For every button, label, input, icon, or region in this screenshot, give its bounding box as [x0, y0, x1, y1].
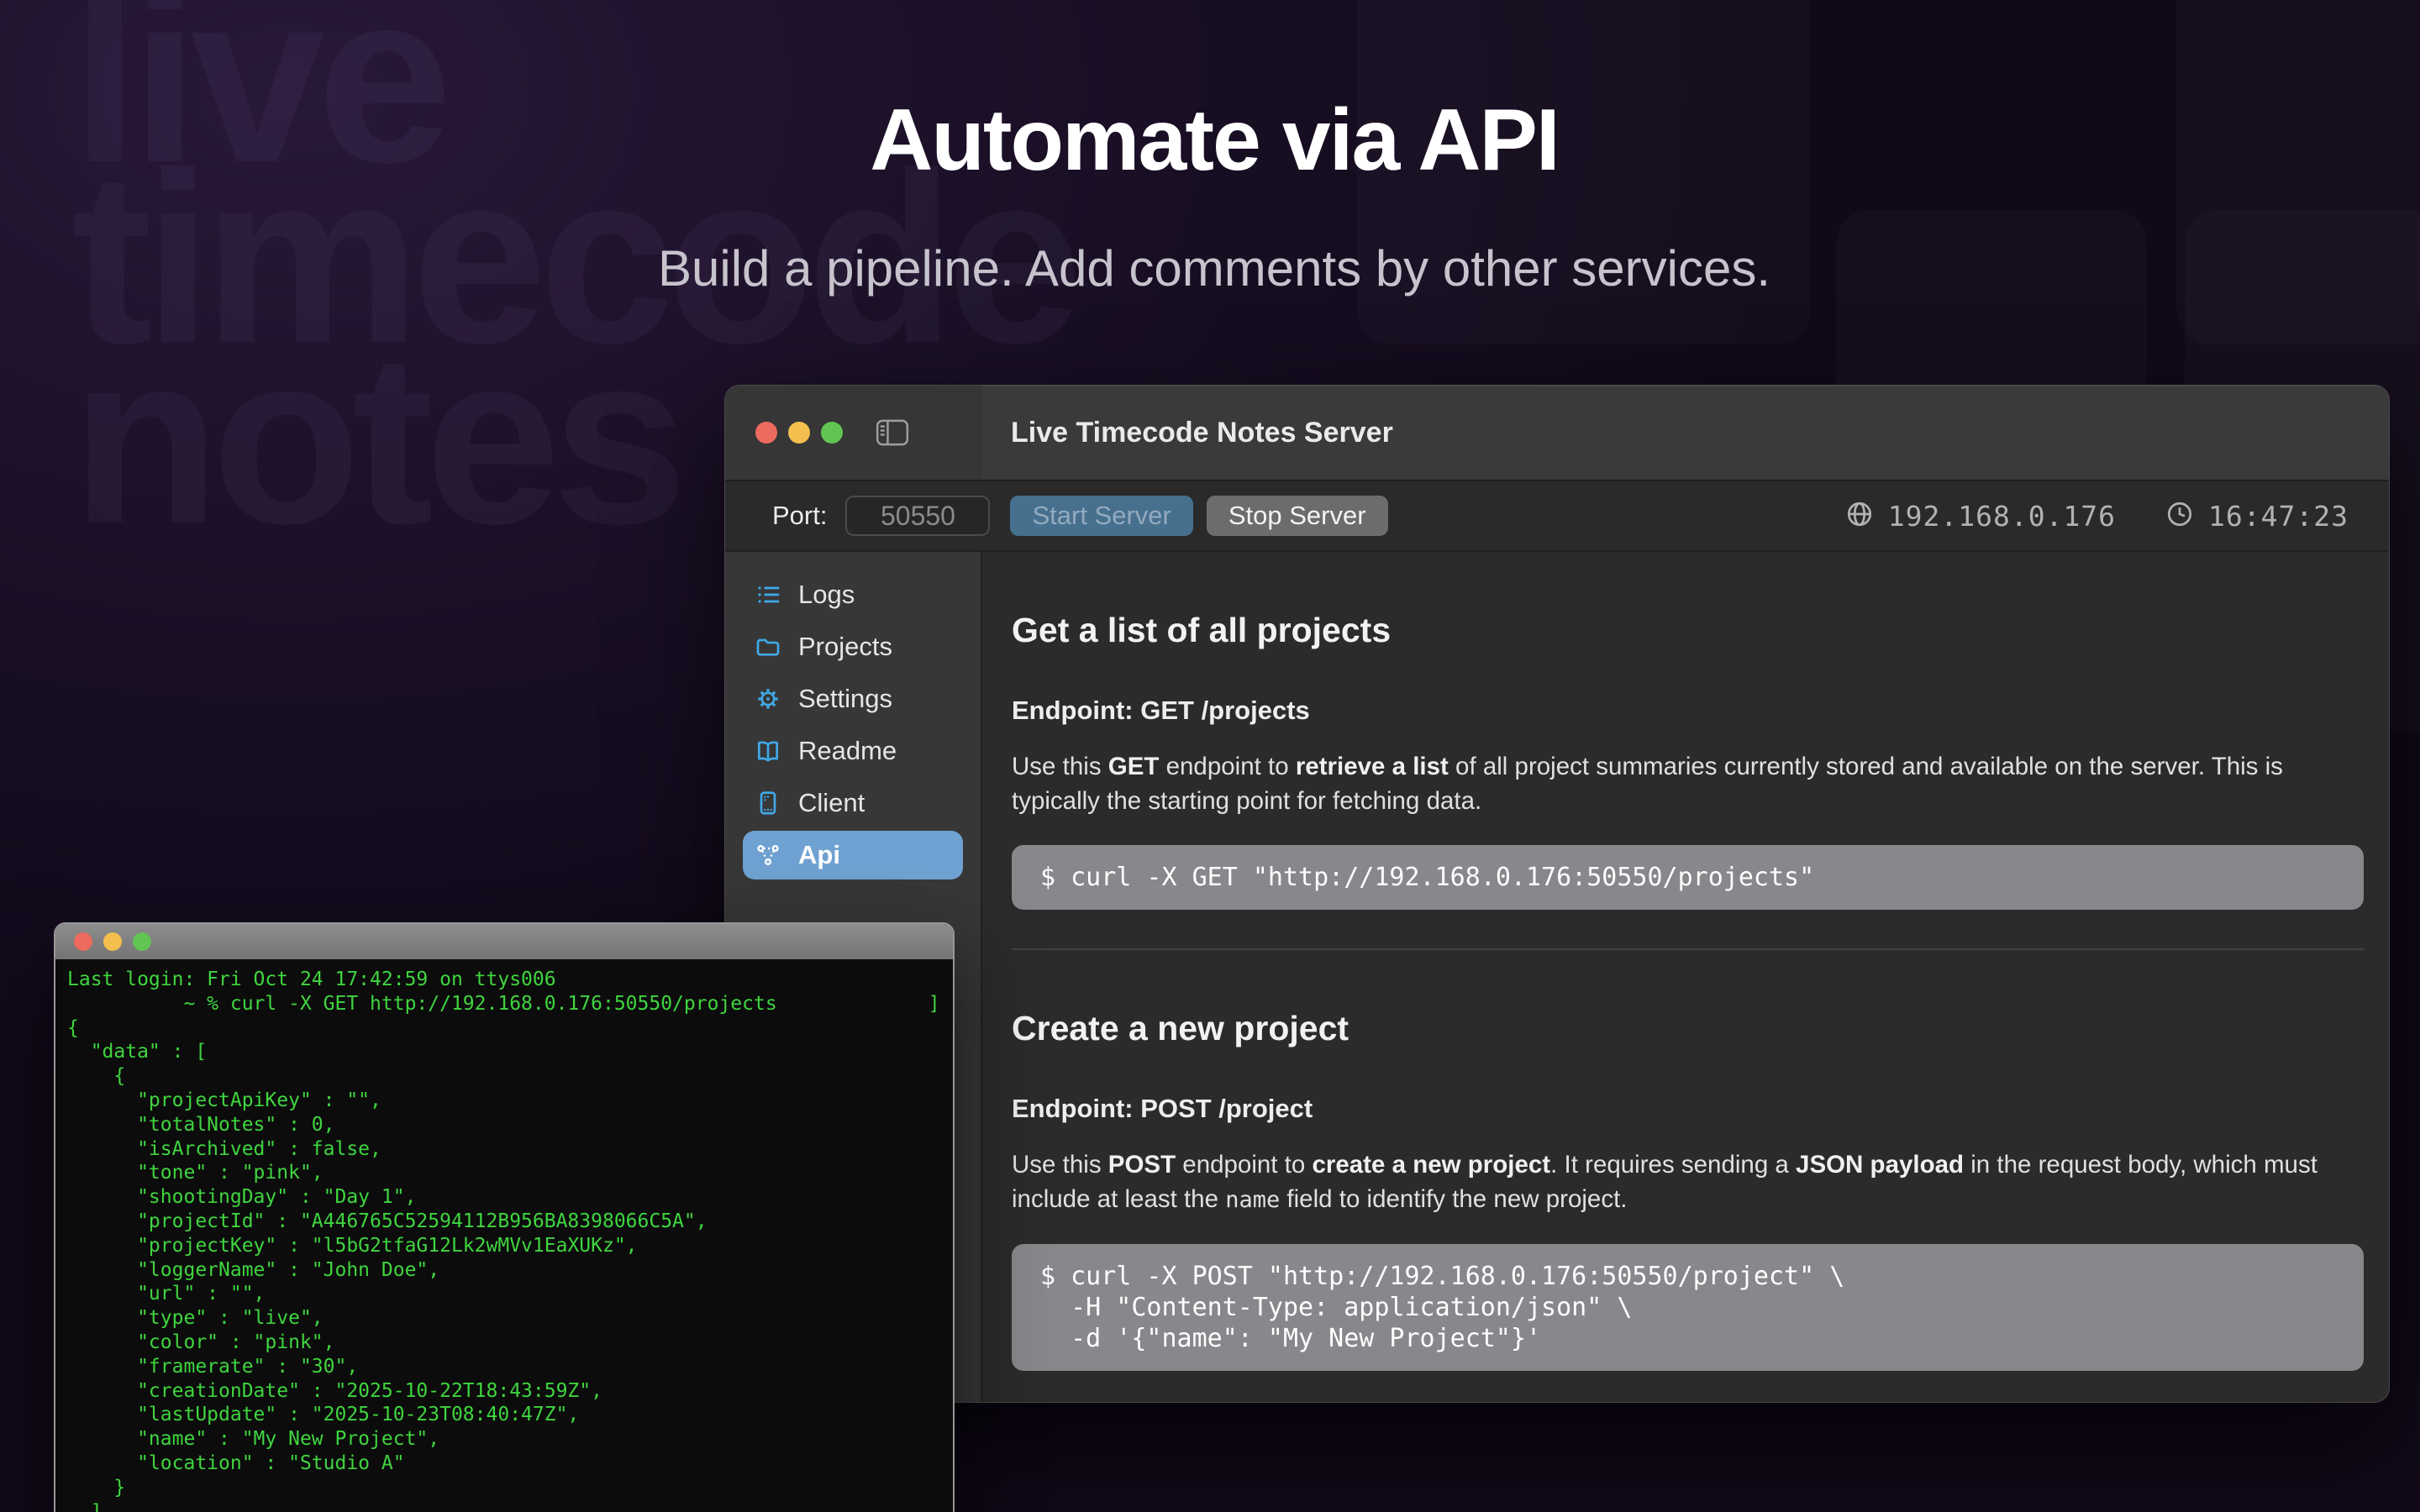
- titlebar: Live Timecode Notes Server: [725, 386, 2389, 480]
- section-heading: Get a list of all projects: [1012, 611, 2364, 650]
- hero-title: Automate via API: [0, 91, 2420, 191]
- minimize-window-button[interactable]: [103, 932, 122, 951]
- window-title: Live Timecode Notes Server: [1011, 417, 1393, 449]
- server-app-window: Live Timecode Notes Server Port: Start S…: [724, 385, 2390, 1403]
- close-window-button[interactable]: [755, 422, 777, 444]
- api-nodes-icon: [753, 840, 783, 870]
- book-icon: [753, 736, 783, 766]
- toolbar: Port: Start Server Stop Server 192.168.0…: [725, 480, 2389, 552]
- zoom-window-button[interactable]: [133, 932, 151, 951]
- sidebar-item-label: Api: [798, 840, 840, 870]
- endpoint-label: Endpoint: GET /projects: [1012, 696, 2364, 726]
- sidebar-item-label: Readme: [798, 736, 897, 766]
- sidebar-item-logs[interactable]: Logs: [743, 570, 963, 619]
- section-divider: [1012, 948, 2364, 950]
- section-description: Use this POST endpoint to create a new p…: [1012, 1147, 2364, 1217]
- curl-get-code-block: $ curl -X GET "http://192.168.0.176:5055…: [1012, 845, 2364, 910]
- zoom-window-button[interactable]: [821, 422, 843, 444]
- port-label: Port:: [772, 501, 827, 531]
- clock-icon: [2165, 499, 2195, 533]
- sidebar-item-label: Client: [798, 788, 865, 818]
- sidebar-item-client[interactable]: Client: [743, 779, 963, 827]
- stop-server-button[interactable]: Stop Server: [1207, 496, 1388, 536]
- titlebar-sidebar-area: [725, 386, 982, 480]
- folder-icon: [753, 632, 783, 662]
- sidebar-item-label: Logs: [798, 580, 855, 610]
- close-window-button[interactable]: [74, 932, 92, 951]
- hero: Automate via API Build a pipeline. Add c…: [0, 0, 2420, 297]
- section-description: Use this GET endpoint to retrieve a list…: [1012, 749, 2364, 818]
- titlebar-title-area: Live Timecode Notes Server: [982, 386, 2389, 480]
- globe-icon: [1844, 499, 1875, 533]
- port-input[interactable]: [845, 496, 990, 536]
- endpoint-label: Endpoint: POST /project: [1012, 1094, 2364, 1124]
- sidebar-item-label: Projects: [798, 632, 892, 662]
- gear-icon: [753, 684, 783, 714]
- device-icon: [753, 788, 783, 818]
- sidebar-item-settings[interactable]: Settings: [743, 675, 963, 723]
- sidebar-toggle-icon[interactable]: [876, 419, 909, 446]
- start-server-button[interactable]: Start Server: [1010, 496, 1192, 536]
- list-icon: [753, 580, 783, 610]
- server-status: 192.168.0.176 16:47:23: [1844, 499, 2349, 533]
- sidebar-item-readme[interactable]: Readme: [743, 727, 963, 775]
- sidebar-item-projects[interactable]: Projects: [743, 622, 963, 671]
- page: live timecode notes Automate via API Bui…: [0, 0, 2420, 1512]
- terminal-output[interactable]: Last login: Fri Oct 24 17:42:59 on ttys0…: [55, 959, 953, 1512]
- server-time: 16:47:23: [2208, 500, 2349, 533]
- minimize-window-button[interactable]: [788, 422, 810, 444]
- terminal-window: Last login: Fri Oct 24 17:42:59 on ttys0…: [54, 922, 955, 1512]
- hero-subtitle: Build a pipeline. Add comments by other …: [0, 239, 2420, 297]
- curl-post-code-block: $ curl -X POST "http://192.168.0.176:505…: [1012, 1244, 2364, 1371]
- terminal-titlebar: [55, 924, 953, 959]
- sidebar-item-api[interactable]: Api: [743, 831, 963, 879]
- api-docs-content: Get a list of all projects Endpoint: GET…: [982, 552, 2389, 1402]
- ip-address: 192.168.0.176: [1888, 500, 2116, 533]
- section-heading: Create a new project: [1012, 1009, 2364, 1048]
- sidebar-item-label: Settings: [798, 684, 892, 714]
